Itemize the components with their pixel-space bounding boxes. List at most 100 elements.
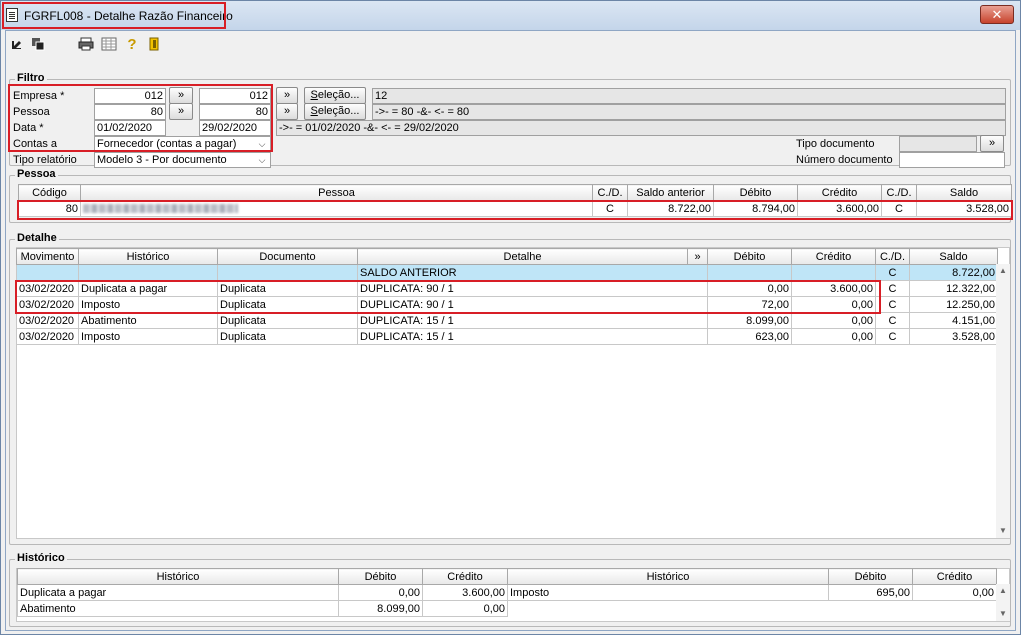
cell-documento: Duplicata [217,296,358,313]
empresa-to-input[interactable]: 012 [199,88,271,104]
close-button[interactable]: ✕ [980,5,1014,24]
col-header[interactable]: Crédito [912,568,997,585]
table-row[interactable]: 03/02/2020 Abatimento Duplicata DUPLICAT… [16,312,998,329]
col-header[interactable]: C./D. [592,184,628,201]
scroll-up-icon[interactable]: ▲ [996,264,1010,278]
cell-debito: 0,00 [338,584,423,601]
col-header[interactable]: Pessoa [80,184,593,201]
detalhe-scrollbar[interactable]: ▲ ▼ [996,264,1010,538]
expand-columns-button[interactable]: » [687,248,708,265]
contas-select[interactable]: Fornecedor (contas a pagar) ⌵ [94,136,271,152]
main-window: FGRFL008 - Detalhe Razão Financeiro ✕ ? [0,0,1021,635]
col-header[interactable]: Documento [217,248,358,265]
scroll-down-icon[interactable]: ▼ [996,607,1010,621]
cell-detalhe: DUPLICATA: 15 / 1 [357,312,708,329]
pessoa-debito: 8.794,00 [713,200,798,217]
tipo-relatorio-select[interactable]: Modelo 3 - Por documento ⌵ [94,152,271,168]
cell-detalhe: DUPLICATA: 15 / 1 [357,328,708,345]
col-header[interactable]: Saldo anterior [627,184,714,201]
table-row[interactable]: Duplicata a pagar 0,00 3.600,00 [17,584,508,601]
pessoa-selecao-display: ->- = 80 -&- <- = 80 [372,104,1006,120]
table-row[interactable]: 03/02/2020 Imposto Duplicata DUPLICATA: … [16,296,998,313]
historico-header-row: Histórico Débito Crédito [507,568,997,585]
col-header[interactable]: Detalhe [357,248,688,265]
col-header[interactable]: Crédito [791,248,876,265]
col-header[interactable]: Histórico [17,568,339,585]
empresa-expand-button[interactable]: » [276,87,298,104]
cell-debito: 8.099,00 [338,600,423,617]
pessoa-from-input[interactable]: 80 [94,104,166,120]
col-header[interactable]: Movimento [16,248,79,265]
tipo-relatorio-label: Tipo relatório [13,154,77,166]
cell-historico: Abatimento [17,600,339,617]
col-header[interactable]: Débito [338,568,423,585]
table-row[interactable]: 03/02/2020 Imposto Duplicata DUPLICATA: … [16,328,998,345]
empresa-from-input[interactable]: 012 [94,88,166,104]
cell-credito: 0,00 [791,312,876,329]
data-expression-display: ->- = 01/02/2020 -&- <- = 29/02/2020 [276,120,1006,136]
scroll-down-icon[interactable]: ▼ [996,524,1010,538]
col-header[interactable]: Débito [707,248,792,265]
pessoa-arrow-button[interactable]: » [169,103,193,120]
pessoa-expand-button[interactable]: » [276,103,298,120]
col-header[interactable]: Saldo [916,184,1012,201]
cell-historico: Duplicata a pagar [17,584,339,601]
help-icon[interactable]: ? [124,37,140,53]
exit-icon[interactable] [146,37,162,53]
tipo-documento-input[interactable] [899,136,977,152]
cell-historico: Imposto [78,296,218,313]
table-row[interactable]: Imposto 695,00 0,00 [507,584,997,601]
cell-debito: 72,00 [707,296,792,313]
calculator-icon[interactable] [101,37,117,53]
col-header[interactable]: Débito [828,568,913,585]
col-header[interactable]: Histórico [507,568,829,585]
cell-debito: 695,00 [828,584,913,601]
cell-debito: 0,00 [707,280,792,297]
pessoa-to-input[interactable]: 80 [199,104,271,120]
export-icon[interactable] [9,37,25,53]
col-header[interactable]: Código [18,184,81,201]
title-highlight [2,2,226,29]
col-header[interactable]: Histórico [78,248,218,265]
tipo-documento-button[interactable]: » [980,135,1004,152]
saldo-anterior-row[interactable]: SALDO ANTERIOR C 8.722,00 [16,264,998,281]
data-from-input[interactable]: 01/02/2020 [94,120,166,136]
pessoa-codigo: 80 [18,200,81,217]
col-header[interactable]: Saldo [909,248,998,265]
pessoa-cd1: C [592,200,628,217]
print-icon[interactable] [78,37,94,53]
title-bar[interactable]: FGRFL008 - Detalhe Razão Financeiro ✕ [1,1,1020,30]
tipo-relatorio-value: Modelo 3 - Por documento [97,154,227,166]
empresa-arrow-button[interactable]: » [169,87,193,104]
col-header[interactable]: Débito [713,184,798,201]
cell-saldo: 3.528,00 [909,328,998,345]
cell-documento: Duplicata [217,328,358,345]
saldo-anterior-cd: C [875,264,910,281]
cell-historico: Imposto [78,328,218,345]
tipo-documento-label: Tipo documento [796,138,875,150]
client-area: ? Filtro Empresa * 012 » 012 » Seleção..… [5,30,1016,631]
table-row[interactable]: Abatimento 8.099,00 0,00 [17,600,508,617]
empresa-label: Empresa * [13,90,65,102]
cell-movimento: 03/02/2020 [16,328,79,345]
scroll-up-icon[interactable]: ▲ [996,584,1010,598]
filtro-title: Filtro [15,72,47,84]
chevron-down-icon: ⌵ [258,139,266,149]
col-header[interactable]: C./D. [881,184,917,201]
cell-credito: 0,00 [791,328,876,345]
table-row[interactable]: 03/02/2020 Duplicata a pagar Duplicata D… [16,280,998,297]
cell-credito: 0,00 [791,296,876,313]
chevron-down-icon: ⌵ [258,155,266,165]
table-row[interactable]: 80 C 8.722,00 8.794,00 3.600,00 C 3.528,… [18,200,1012,217]
cell-movimento: 03/02/2020 [16,296,79,313]
col-header[interactable]: Crédito [797,184,882,201]
col-header[interactable]: Crédito [422,568,508,585]
data-to-input[interactable]: 29/02/2020 [199,120,271,136]
col-header[interactable]: C./D. [875,248,910,265]
historico-scrollbar[interactable]: ▲ ▼ [996,584,1010,621]
empresa-selecao-button[interactable]: Seleção... [304,87,366,104]
copy-icon[interactable] [30,37,46,53]
cell-saldo: 12.250,00 [909,296,998,313]
numero-documento-input[interactable] [899,152,1005,168]
pessoa-selecao-button[interactable]: Seleção... [304,103,366,120]
